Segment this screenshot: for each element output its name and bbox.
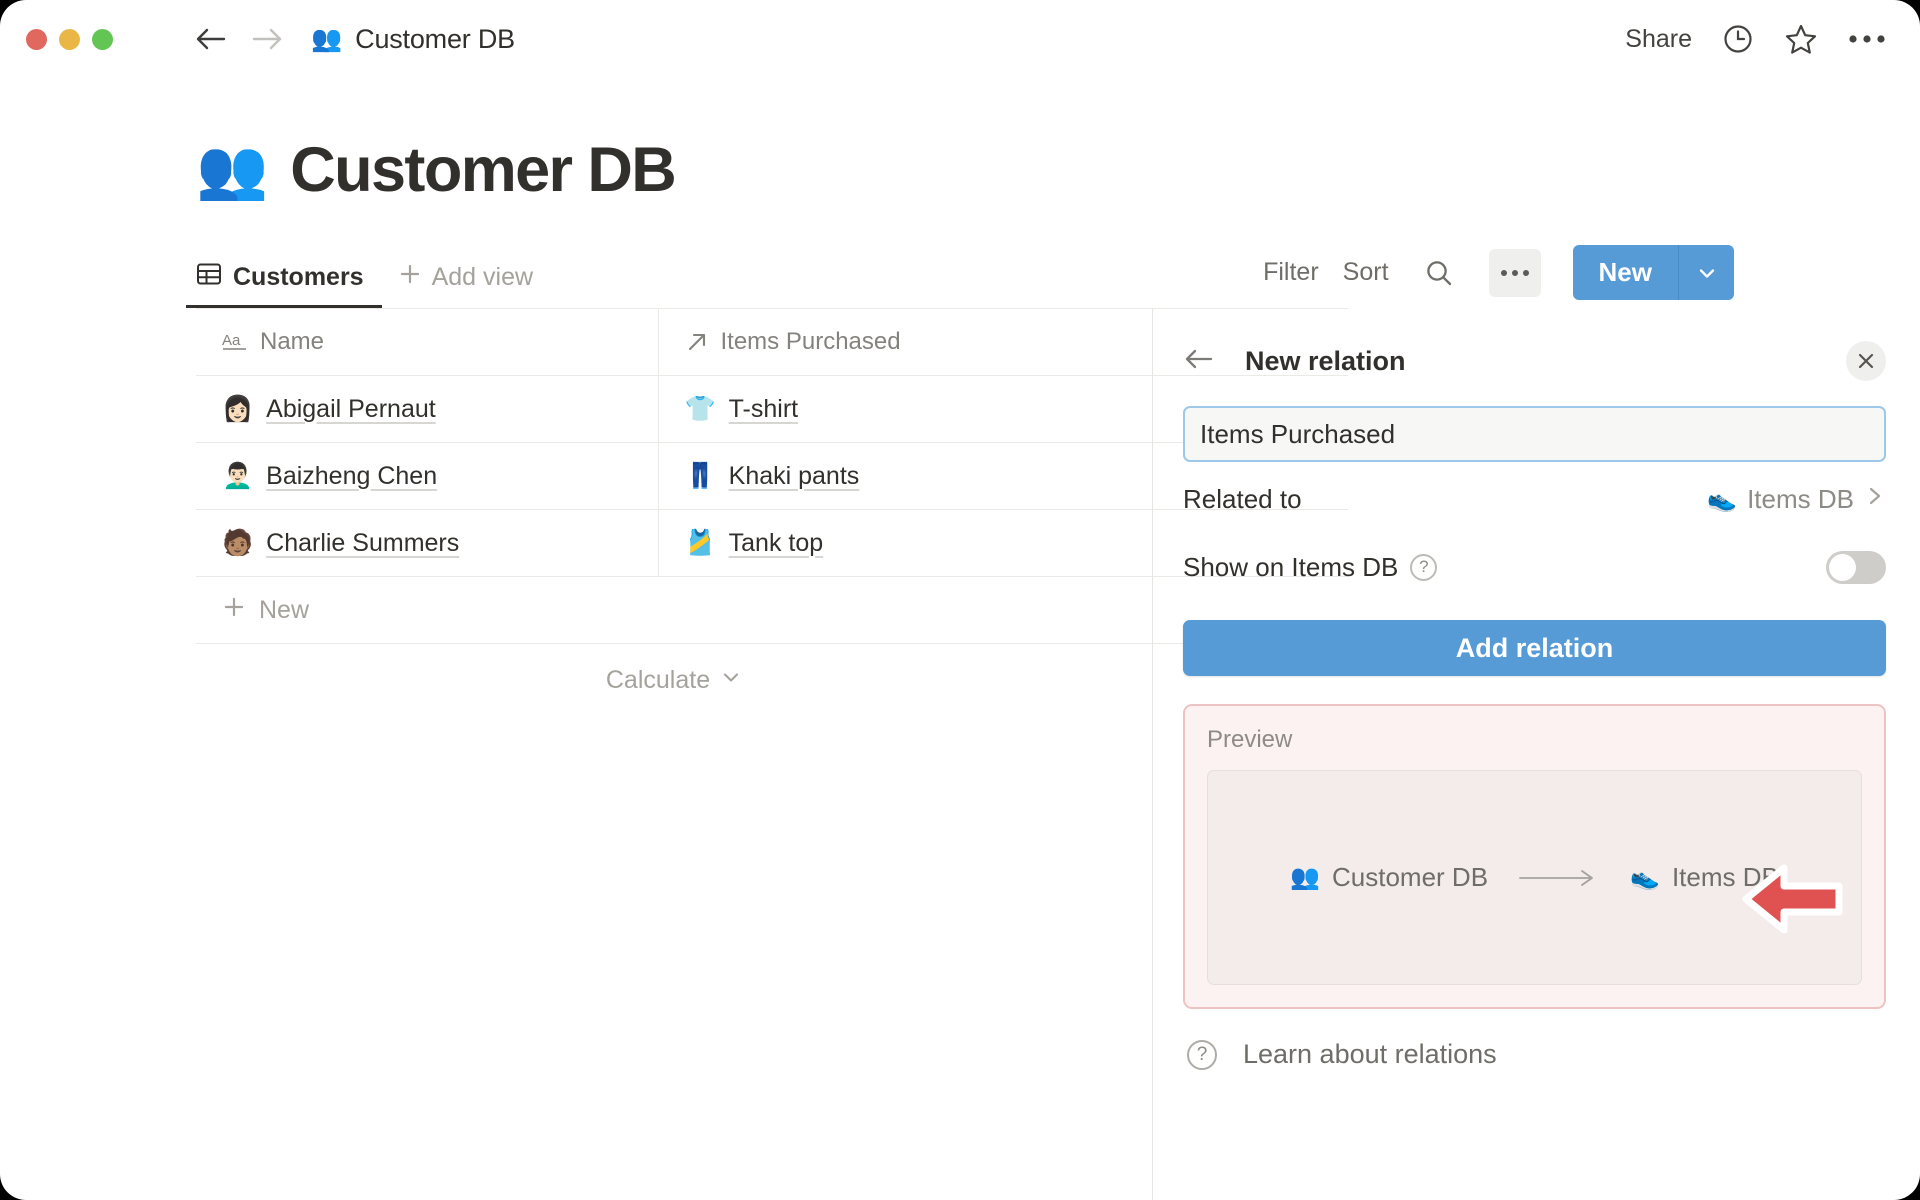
tab-customers-label: Customers [233, 263, 364, 291]
related-to-row[interactable]: Related to 👟 Items DB [1183, 468, 1886, 530]
preview-source-node: 👥 Customer DB [1290, 862, 1488, 893]
close-window-button[interactable] [26, 28, 47, 50]
add-view-button[interactable]: Add view [398, 262, 533, 307]
share-button[interactable]: Share [1625, 25, 1692, 54]
navigation-arrows [193, 26, 285, 52]
cell-name-label: Baizheng Chen [266, 461, 438, 490]
preview-diagram: 👥 Customer DB 👟 Items DB [1207, 770, 1862, 985]
item-emoji: 🎽 [684, 528, 716, 557]
learn-about-relations-label: Learn about relations [1243, 1039, 1497, 1069]
arrow-left-icon[interactable] [193, 26, 227, 52]
star-icon[interactable] [1784, 23, 1818, 55]
column-header-name-label: Name [260, 328, 325, 355]
clock-icon[interactable] [1722, 23, 1754, 55]
related-to-value-label: Items DB [1747, 483, 1854, 514]
hamburger-icon[interactable] [135, 26, 169, 52]
view-tabs: Customers Add view [186, 261, 533, 308]
filter-button[interactable]: Filter [1263, 258, 1319, 287]
show-on-toggle[interactable] [1826, 550, 1886, 584]
column-header-items-label: Items Purchased [720, 328, 901, 355]
show-on-label: Show on Items DB [1183, 551, 1399, 582]
toggle-knob [1829, 553, 1856, 581]
new-row-label: New [259, 595, 310, 624]
avatar: 🧑🏽 [222, 528, 254, 557]
arrow-right-icon[interactable] [251, 26, 285, 52]
item-emoji: 👖 [684, 461, 716, 490]
cell-name[interactable]: 👩🏻 Abigail Pernaut [196, 375, 659, 443]
calculate-label: Calculate [605, 666, 711, 694]
new-button[interactable]: New [1572, 245, 1678, 300]
text-type-icon: Aa [222, 330, 248, 354]
page-title: 👥 Customer DB [0, 78, 1920, 206]
panel-header: New relation [1183, 330, 1886, 392]
content-area: Aa Name Items Purchased 👩🏻 Abigail Perna… [0, 308, 1920, 1200]
cell-item-label: Khaki pants [728, 461, 860, 490]
cell-item-label: T-shirt [728, 394, 799, 423]
add-view-label: Add view [431, 263, 534, 291]
cell-name-label: Charlie Summers [266, 528, 460, 557]
show-on-items-db-row[interactable]: Show on Items DB ? [1183, 536, 1886, 598]
new-button-group: New [1572, 245, 1734, 300]
avatar: 👨🏻‍🦱 [222, 461, 254, 490]
cell-name[interactable]: 👨🏻‍🦱 Baizheng Chen [196, 442, 659, 510]
calculate-button[interactable]: Calculate [196, 644, 1152, 695]
title-bar: 👥 Customer DB Share [0, 0, 1920, 78]
cell-name[interactable]: 🧑🏽 Charlie Summers [196, 509, 659, 577]
window-controls [26, 28, 113, 50]
view-options-ellipsis-icon[interactable] [1488, 248, 1541, 297]
table-icon [196, 261, 222, 294]
ellipsis-icon[interactable] [1848, 33, 1886, 45]
column-header-name[interactable]: Aa Name [196, 308, 659, 376]
learn-about-relations-link[interactable]: ? Learn about relations [1183, 1039, 1886, 1070]
new-dropdown-chevron-down-icon[interactable] [1678, 245, 1734, 300]
preview-label: Preview [1207, 726, 1293, 753]
relation-arrow-icon [685, 330, 709, 354]
preview-target-label: Items DB [1671, 862, 1779, 892]
sort-button[interactable]: Sort [1343, 258, 1389, 287]
breadcrumb-emoji: 👥 [311, 24, 343, 53]
view-tools: Filter Sort New [1263, 245, 1734, 308]
preview-source-label: Customer DB [1332, 862, 1489, 892]
customer-db-emoji: 👥 [1290, 864, 1321, 891]
title-bar-actions: Share [1625, 23, 1886, 55]
relation-name-input[interactable]: Items Purchased [1183, 406, 1886, 462]
minimize-window-button[interactable] [59, 28, 80, 50]
avatar: 👩🏻 [222, 394, 254, 423]
close-icon[interactable] [1846, 341, 1886, 381]
chevron-right-icon [1864, 484, 1886, 515]
view-toolbar: Customers Add view Filter Sort New [0, 245, 1920, 308]
preview-target-node: 👟 Items DB [1630, 862, 1779, 893]
breadcrumb[interactable]: 👥 Customer DB [311, 24, 515, 55]
app-window: 👥 Customer DB Share 👥 Customer DB Custom… [0, 0, 1920, 1200]
relation-name-value: Items Purchased [1200, 418, 1396, 449]
question-icon[interactable]: ? [1410, 553, 1438, 581]
items-db-emoji: 👟 [1630, 864, 1660, 891]
item-emoji: 👕 [684, 394, 716, 423]
panel-title: New relation [1245, 345, 1406, 376]
page-emoji[interactable]: 👥 [196, 141, 268, 199]
add-relation-button[interactable]: Add relation [1183, 620, 1886, 676]
search-icon[interactable] [1413, 249, 1465, 297]
arrow-right-icon [1518, 868, 1600, 888]
tab-customers[interactable]: Customers [186, 261, 382, 308]
items-db-emoji: 👟 [1707, 485, 1738, 513]
page-title-text[interactable]: Customer DB [290, 134, 677, 206]
plus-icon [398, 262, 422, 293]
related-to-value[interactable]: 👟 Items DB [1707, 484, 1886, 515]
cell-item-label: Tank top [728, 528, 824, 557]
preview-section: Preview 👥 Customer DB 👟 Items DB [1183, 704, 1886, 1009]
cell-name-label: Abigail Pernaut [266, 394, 436, 423]
new-row-cell[interactable]: New [196, 576, 658, 644]
new-relation-panel: New relation Items Purchased Related to … [1152, 308, 1920, 1200]
database-table-area: Aa Name Items Purchased 👩🏻 Abigail Perna… [0, 308, 1348, 1200]
svg-text:Aa: Aa [222, 332, 241, 349]
breadcrumb-title: Customer DB [355, 23, 515, 54]
maximize-window-button[interactable] [92, 28, 113, 50]
chevron-down-icon [720, 666, 742, 695]
question-icon: ? [1187, 1039, 1217, 1070]
panel-back-arrow-left-icon[interactable] [1183, 346, 1217, 377]
related-to-label: Related to [1183, 483, 1302, 514]
plus-icon [222, 595, 246, 626]
